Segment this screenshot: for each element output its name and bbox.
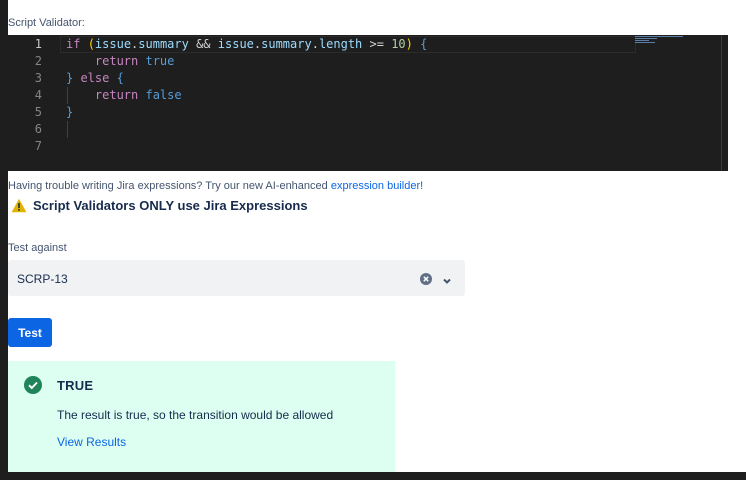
code-line: if (issue.summary && issue.summary.lengt…	[66, 37, 427, 51]
help-text-suffix: !	[420, 180, 424, 192]
help-text: Having trouble writing Jira expressions?…	[8, 180, 423, 192]
line-number: 2	[34, 54, 42, 68]
code-token: }	[66, 105, 74, 119]
warning-banner: Script Validators ONLY use Jira Expressi…	[11, 198, 308, 213]
code-token: {	[412, 37, 428, 51]
indent-guide	[67, 121, 68, 138]
line-number: 3	[34, 71, 42, 85]
chevron-down-icon[interactable]	[442, 273, 452, 284]
test-against-label: Test against	[8, 242, 67, 254]
code-token: &&	[188, 37, 218, 51]
indent-guide	[67, 87, 68, 104]
code-token: if	[66, 37, 81, 51]
code-token: false	[145, 88, 182, 102]
view-results-link[interactable]: View Results	[57, 435, 126, 449]
code-token: return	[66, 54, 146, 68]
line-number: 6	[34, 122, 42, 136]
help-text-prefix: Having trouble writing Jira expressions?…	[8, 180, 331, 192]
code-line: }	[66, 105, 73, 119]
code-token: true	[145, 54, 175, 68]
line-number: 4	[34, 88, 42, 102]
code-token: else	[73, 71, 117, 85]
code-token: >=	[362, 37, 392, 51]
code-line: } else {	[66, 71, 124, 85]
clear-icon[interactable]	[420, 272, 432, 285]
result-message: The result is true, so the transition wo…	[57, 408, 334, 422]
expression-builder-link[interactable]: expression builder	[331, 180, 420, 192]
issue-select[interactable]: SCRP-13	[8, 260, 465, 296]
line-number: 5	[34, 105, 42, 119]
validator-panel: Script Validator: 1234567 if (issue.summ…	[8, 0, 746, 472]
result-title: TRUE	[57, 378, 94, 393]
code-token: summary	[138, 37, 189, 51]
code-token: summary	[261, 37, 312, 51]
code-line: return true	[66, 54, 175, 68]
code-token: (	[87, 37, 95, 51]
code-token: length	[318, 37, 363, 51]
test-button[interactable]: Test	[8, 318, 52, 347]
code-token: )	[405, 37, 413, 51]
script-validator-label: Script Validator:	[8, 17, 85, 29]
line-number: 1	[34, 37, 42, 51]
code-token: issue	[94, 37, 132, 51]
issue-select-value: SCRP-13	[17, 272, 68, 286]
warning-icon	[11, 198, 27, 213]
editor-scrollbar[interactable]	[721, 35, 722, 171]
check-circle-icon	[24, 376, 42, 394]
code-token: 10	[391, 37, 406, 51]
code-token: {	[116, 71, 124, 85]
code-token: .	[311, 37, 319, 51]
code-minimap[interactable]	[635, 36, 685, 46]
line-number: 7	[34, 139, 42, 153]
warning-text: Script Validators ONLY use Jira Expressi…	[33, 198, 308, 213]
code-line: return false	[66, 88, 182, 102]
code-token: return	[66, 88, 146, 102]
result-panel: TRUE The result is true, so the transiti…	[8, 361, 395, 472]
code-editor[interactable]: 1 2 3 4 5 6 7 if (issue.summary && issue.summa…	[8, 35, 728, 171]
code-token: issue	[217, 37, 254, 51]
